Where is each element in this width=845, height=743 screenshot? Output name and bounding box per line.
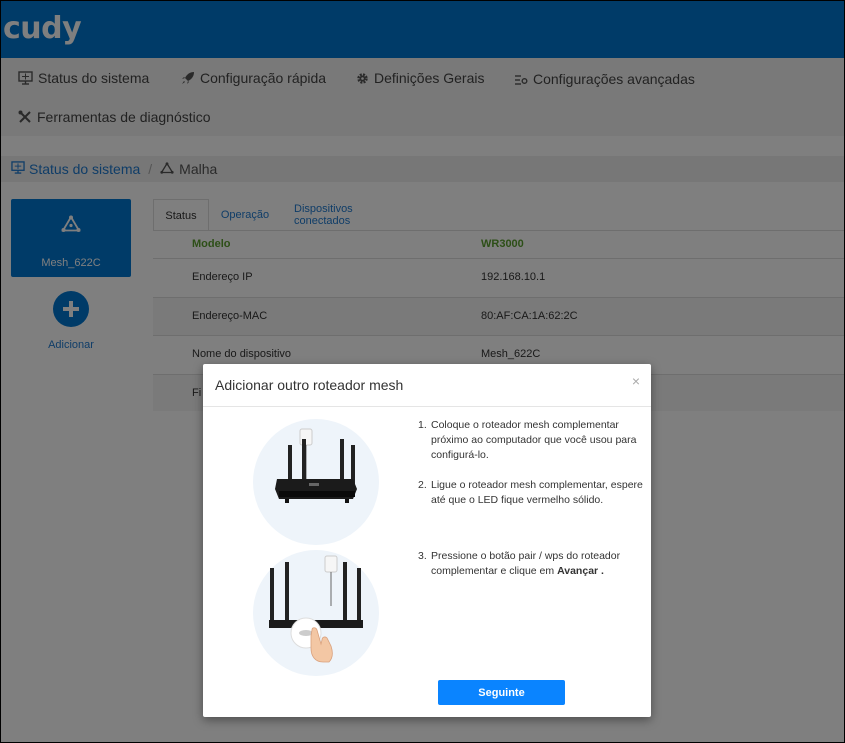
step-number: 2.: [418, 479, 427, 491]
instruction-step-2: 2. Ligue o roteador mesh complementar, e…: [418, 478, 643, 508]
step-text-emphasis: Avançar .: [557, 565, 604, 577]
close-icon[interactable]: ×: [632, 373, 640, 389]
app-window: cudy Status do sistema Configuração rápi…: [0, 0, 845, 743]
step-number: 3.: [418, 550, 427, 562]
step-number: 1.: [418, 419, 427, 431]
instruction-step-1: 1. Coloque o roteador mesh complementar …: [418, 418, 643, 463]
instruction-step-3: 3. Pressione o botão pair / wps do rotea…: [418, 549, 643, 579]
step-text: Ligue o roteador mesh complementar, espe…: [431, 479, 643, 506]
modal-divider: [203, 406, 651, 407]
modal-title: Adicionar outro roteador mesh: [215, 377, 404, 393]
pair-button-illustration: [251, 548, 381, 683]
router-power-illustration: [251, 417, 381, 552]
step-text: Coloque o roteador mesh complementar pró…: [431, 419, 637, 461]
next-button[interactable]: Seguinte: [438, 680, 565, 705]
add-mesh-modal: Adicionar outro roteador mesh × 1. Coloq…: [203, 364, 651, 717]
step-text: Pressione o botão pair / wps do roteador…: [431, 549, 643, 579]
